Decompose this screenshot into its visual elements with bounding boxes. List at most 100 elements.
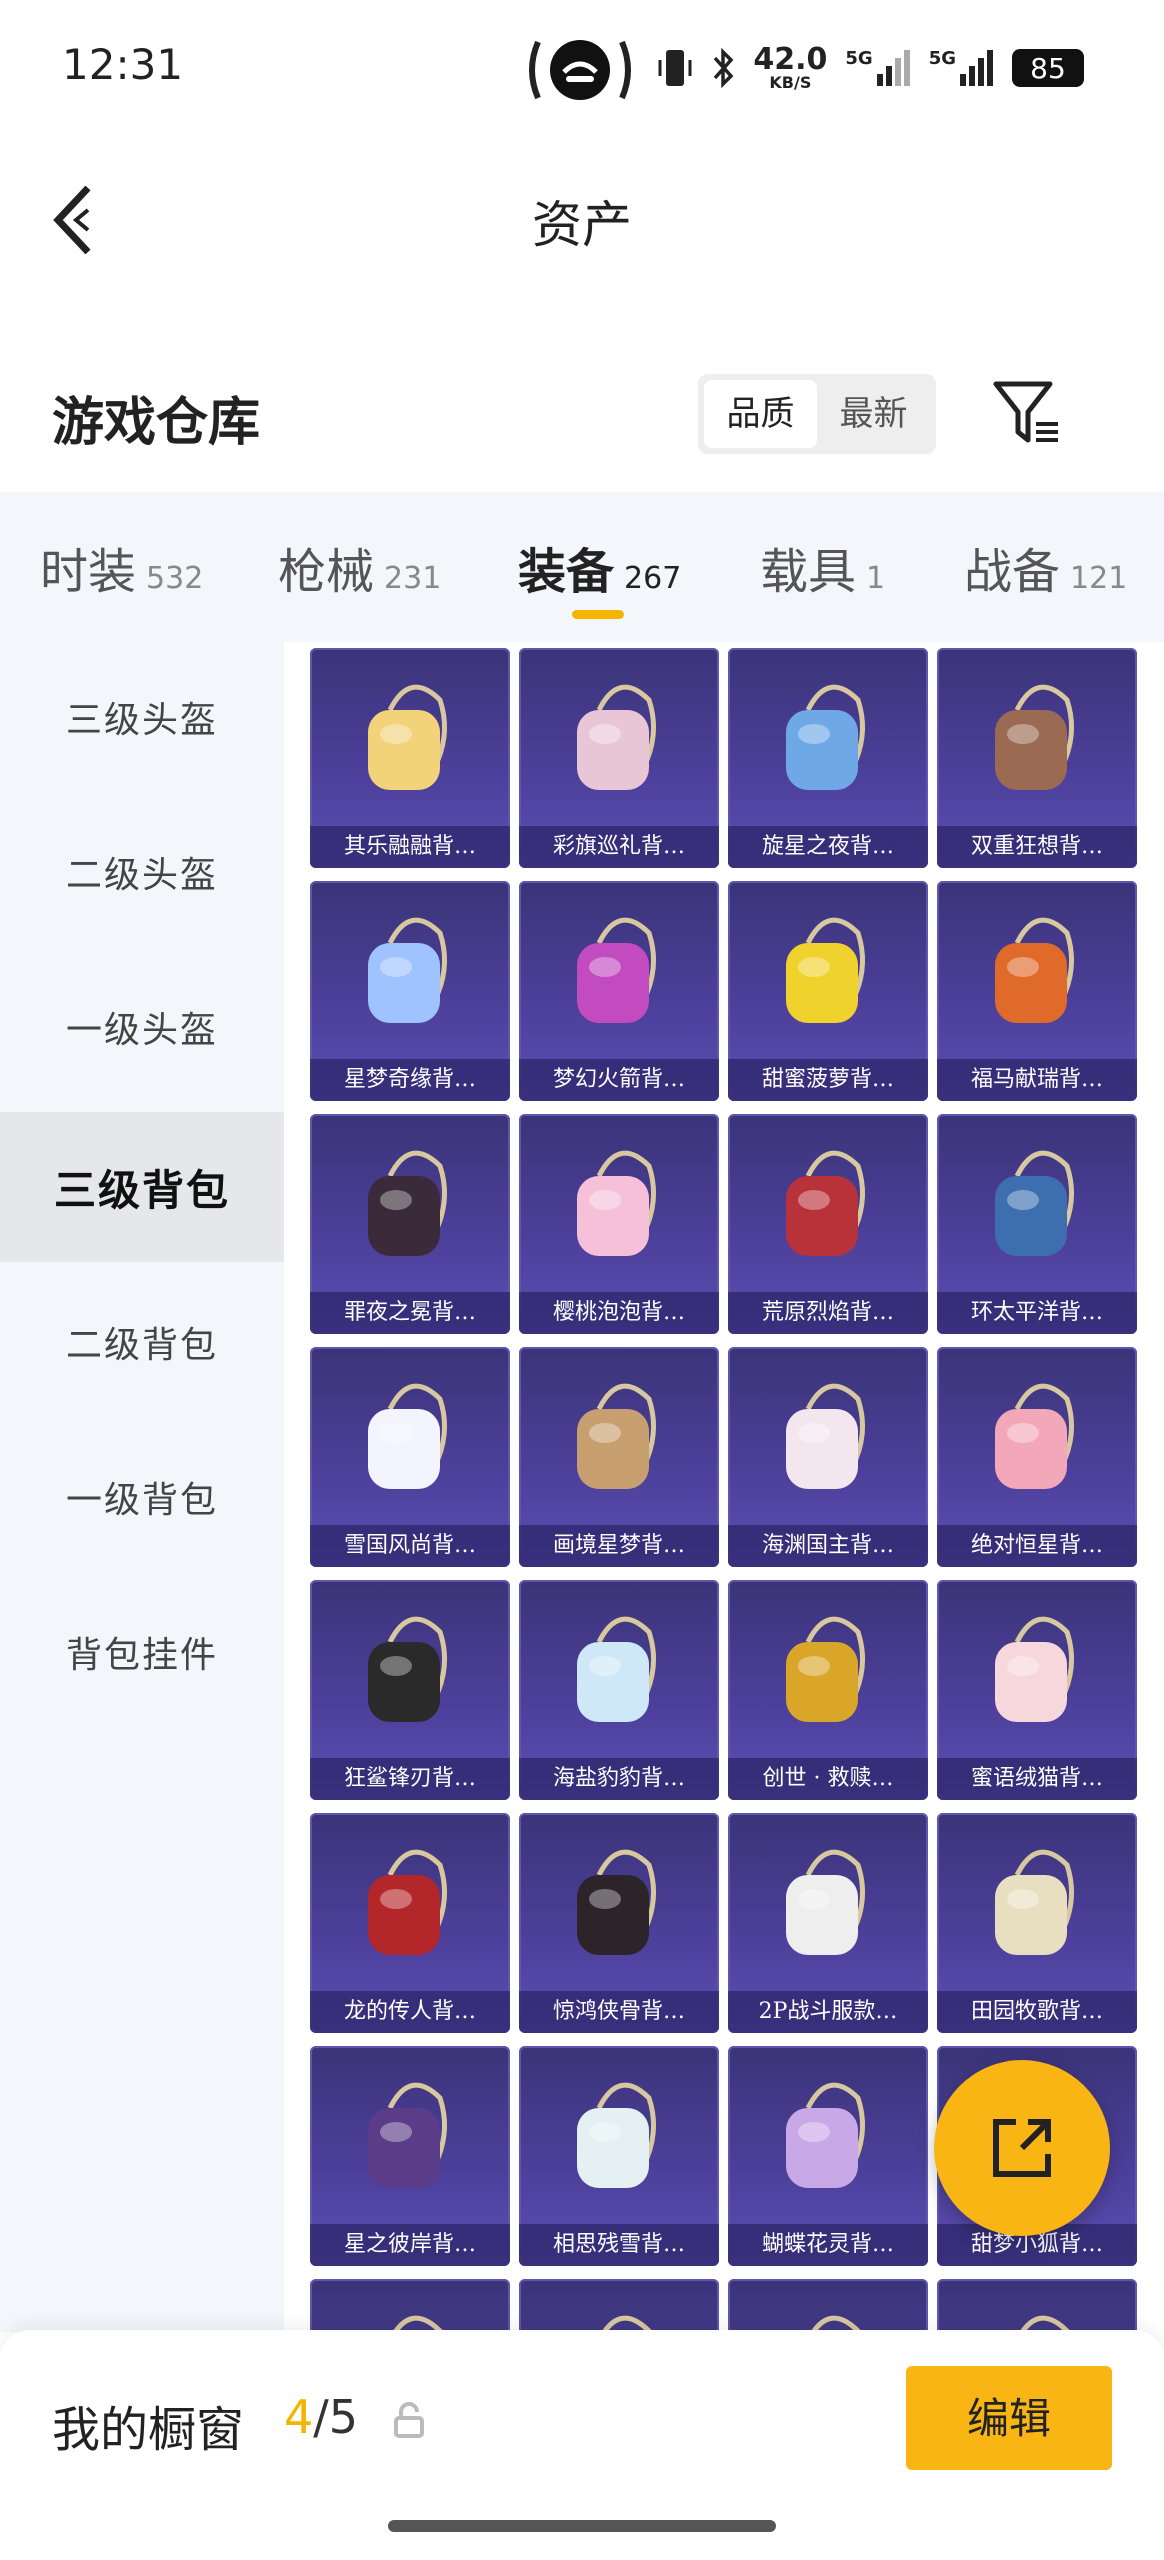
item-name: 甜蜜菠萝背… — [728, 1059, 928, 1101]
item-name: 环太平洋背… — [937, 1292, 1137, 1334]
backpack-icon — [393, 2315, 443, 2330]
backpack-icon — [786, 917, 865, 1023]
edit-button[interactable]: 编辑 — [906, 2366, 1112, 2470]
status-time: 12:31 — [62, 40, 184, 89]
item-card[interactable] — [519, 2279, 719, 2330]
item-card[interactable] — [728, 2279, 928, 2330]
backpack-icon — [995, 1616, 1074, 1722]
backpack-icon — [786, 1616, 865, 1722]
item-name: 蜜语绒猫背… — [937, 1758, 1137, 1800]
sort-latest-option[interactable]: 最新 — [817, 380, 930, 448]
item-card[interactable]: 2P战斗服款… — [728, 1813, 928, 2033]
signal-2: 5G — [929, 48, 994, 88]
item-name: 双重狂想背… — [937, 826, 1137, 868]
item-card[interactable]: 旋星之夜背… — [728, 648, 928, 868]
item-card[interactable] — [310, 2279, 510, 2330]
item-card[interactable]: 罪夜之冕背… — [310, 1114, 510, 1334]
tab-vehicles[interactable]: 载具 1 — [760, 532, 885, 602]
item-card[interactable]: 甜蜜菠萝背… — [728, 881, 928, 1101]
item-name: 惊鸿侠骨背… — [519, 1991, 719, 2033]
item-name: 画境星梦背… — [519, 1525, 719, 1567]
item-name: 星梦奇缘背… — [310, 1059, 510, 1101]
backpack-icon — [368, 917, 447, 1023]
item-card[interactable]: 彩旗巡礼背… — [519, 648, 719, 868]
item-card[interactable]: 狂鲨锋刃背… — [310, 1580, 510, 1800]
filter-icon[interactable] — [992, 378, 1062, 448]
item-card[interactable]: 星之彼岸背… — [310, 2046, 510, 2266]
subcategory-sidebar: 三级头盔 二级头盔 一级头盔 三级背包 二级背包 一级背包 背包挂件 — [0, 642, 284, 2332]
backpack-icon — [995, 1849, 1074, 1955]
backpack-icon — [368, 2082, 447, 2188]
backpack-icon — [368, 1849, 447, 1955]
item-card[interactable]: 福马献瑞背… — [937, 881, 1137, 1101]
tab-weapons[interactable]: 枪械 231 — [278, 532, 441, 602]
item-card[interactable]: 蝴蝶花灵背… — [728, 2046, 928, 2266]
item-name: 2P战斗服款… — [728, 1991, 928, 2033]
backpack-icon — [995, 684, 1074, 790]
battery-indicator: 85 — [1012, 49, 1084, 87]
item-name: 龙的传人背… — [310, 1991, 510, 2033]
item-card[interactable]: 相思残雪背… — [519, 2046, 719, 2266]
item-card[interactable] — [937, 2279, 1137, 2330]
tab-fashion[interactable]: 时装 532 — [40, 532, 203, 602]
item-name: 田园牧歌背… — [937, 1991, 1137, 2033]
backpack-icon — [786, 1150, 865, 1256]
sidebar-item-backpack-2[interactable]: 二级背包 — [0, 1267, 284, 1417]
item-card[interactable]: 龙的传人背… — [310, 1813, 510, 2033]
bluetooth-icon — [714, 48, 734, 88]
status-bar: 12:31 42.0 KB/S 5G 5G 85 — [0, 0, 1164, 140]
share-button[interactable] — [934, 2060, 1110, 2236]
vibrate-icon — [658, 50, 692, 86]
item-name: 雪国风尚背… — [310, 1525, 510, 1567]
backpack-icon — [786, 684, 865, 790]
backpack-icon — [368, 1150, 447, 1256]
backpack-icon — [995, 1150, 1074, 1256]
backpack-icon — [368, 1383, 447, 1489]
item-card[interactable]: 画境星梦背… — [519, 1347, 719, 1567]
item-card[interactable]: 荒原烈焰背… — [728, 1114, 928, 1334]
sort-toggle: 品质 最新 — [698, 374, 936, 454]
sidebar-item-helmet-1[interactable]: 一级头盔 — [0, 952, 284, 1102]
item-card[interactable]: 惊鸿侠骨背… — [519, 1813, 719, 2033]
item-card[interactable]: 绝对恒星背… — [937, 1347, 1137, 1567]
item-name: 蝴蝶花灵背… — [728, 2224, 928, 2266]
backpack-icon — [995, 917, 1074, 1023]
backpack-icon — [577, 684, 656, 790]
item-card[interactable]: 创世 · 救赎… — [728, 1580, 928, 1800]
item-card[interactable]: 双重狂想背… — [937, 648, 1137, 868]
item-card[interactable]: 梦幻火箭背… — [519, 881, 719, 1101]
section-title: 游戏仓库 — [52, 392, 261, 453]
item-name: 海渊国主背… — [728, 1525, 928, 1567]
item-card[interactable]: 雪国风尚背… — [310, 1347, 510, 1567]
backpack-icon — [1020, 2315, 1070, 2330]
item-name: 相思残雪背… — [519, 2224, 719, 2266]
signal-bars-icon — [960, 50, 993, 86]
item-card[interactable]: 环太平洋背… — [937, 1114, 1137, 1334]
sidebar-item-backpack-1[interactable]: 一级背包 — [0, 1422, 284, 1572]
item-name: 罪夜之冕背… — [310, 1292, 510, 1334]
page-title: 资产 — [532, 196, 632, 254]
item-card[interactable]: 蜜语绒猫背… — [937, 1580, 1137, 1800]
sidebar-item-helmet-3[interactable]: 三级头盔 — [0, 642, 284, 792]
external-link-icon — [993, 2119, 1051, 2177]
backpack-icon — [577, 1383, 656, 1489]
sidebar-item-helmet-2[interactable]: 二级头盔 — [0, 797, 284, 947]
backpack-icon — [577, 1616, 656, 1722]
sort-quality-option[interactable]: 品质 — [704, 380, 817, 448]
item-card[interactable]: 海盐豹豹背… — [519, 1580, 719, 1800]
item-card[interactable]: 星梦奇缘背… — [310, 881, 510, 1101]
item-card[interactable]: 海渊国主背… — [728, 1347, 928, 1567]
item-name: 海盐豹豹背… — [519, 1758, 719, 1800]
item-card[interactable]: 其乐融融背… — [310, 648, 510, 868]
backpack-icon — [786, 1383, 865, 1489]
sidebar-item-backpack-3[interactable]: 三级背包 — [0, 1112, 284, 1262]
tab-supplies[interactable]: 战备 121 — [964, 532, 1127, 602]
item-name: 樱桃泡泡背… — [519, 1292, 719, 1334]
item-name: 星之彼岸背… — [310, 2224, 510, 2266]
tab-equipment[interactable]: 装备 267 — [518, 532, 681, 602]
lock-icon — [394, 2402, 424, 2438]
item-card[interactable]: 田园牧歌背… — [937, 1813, 1137, 2033]
item-card[interactable]: 樱桃泡泡背… — [519, 1114, 719, 1334]
sidebar-item-backpack-pendant[interactable]: 背包挂件 — [0, 1577, 284, 1727]
home-indicator[interactable] — [388, 2520, 776, 2532]
